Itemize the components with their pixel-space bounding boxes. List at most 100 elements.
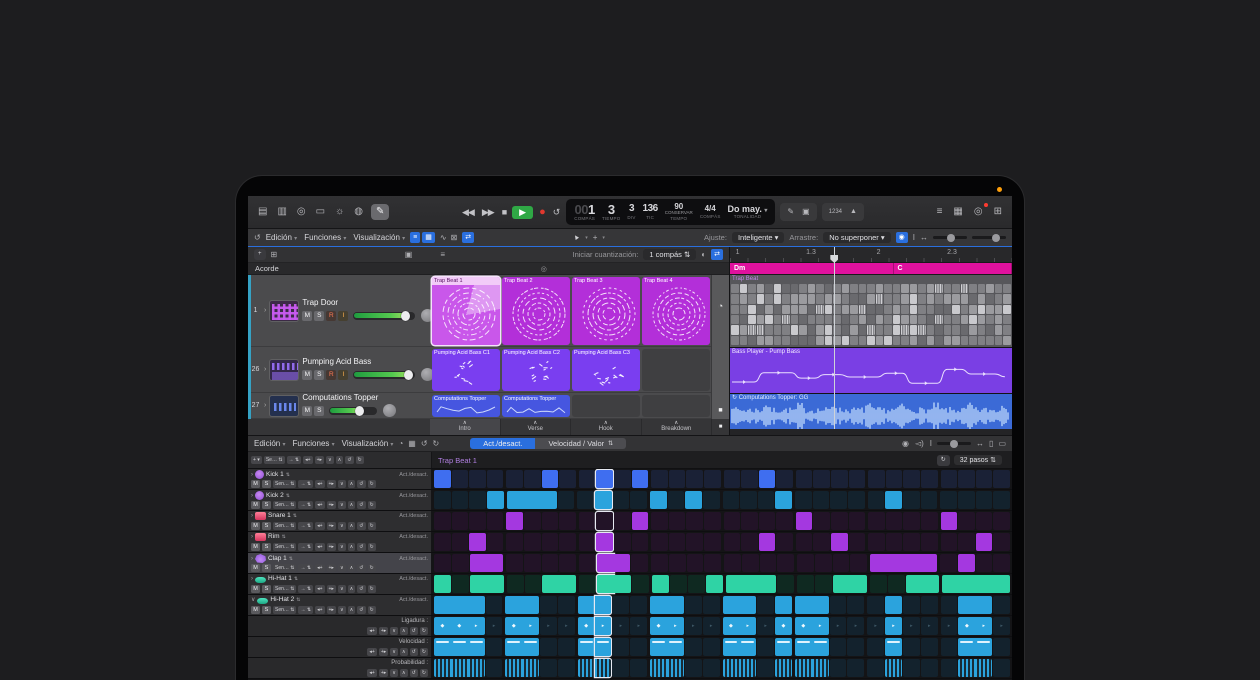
subrow-chip-5[interactable]: ↻ <box>420 648 428 656</box>
step-cell[interactable] <box>941 596 958 614</box>
step-cell[interactable] <box>815 554 832 572</box>
grid-view-button[interactable]: ▦ <box>422 232 435 243</box>
step-cell[interactable] <box>470 554 487 572</box>
step-cell[interactable] <box>486 554 503 572</box>
row-chip-7[interactable]: ↻ <box>368 501 376 509</box>
pencil-mode-icon[interactable]: ✎ <box>785 205 796 219</box>
step-cell[interactable] <box>614 533 631 551</box>
row-chip-7[interactable]: ↻ <box>368 585 376 593</box>
subrow-chip-1[interactable]: +▸ <box>379 669 388 677</box>
step-cell[interactable]: ◆ <box>451 617 468 635</box>
step-cell[interactable] <box>885 638 902 656</box>
loop-cell[interactable]: Trap Beat 1 <box>432 277 500 345</box>
row-chip-1[interactable]: → ⇅ <box>298 606 313 614</box>
step-cell[interactable]: ◆ <box>795 617 812 635</box>
step-cell[interactable] <box>867 596 884 614</box>
track-disclosure-icon[interactable]: › <box>264 307 266 314</box>
row-chip-3[interactable]: +▸ <box>327 480 336 488</box>
mixer-icon[interactable]: ▥ <box>275 205 288 219</box>
menu-edición[interactable]: Edición ▾ <box>266 233 297 242</box>
pencil-tool-icon[interactable]: ✎ <box>371 204 389 220</box>
count-in-button[interactable]: 1234 <box>827 205 844 219</box>
se-right-icon-0[interactable]: ◉ <box>902 439 909 448</box>
score-icon[interactable]: ▣ <box>800 205 812 219</box>
record-button[interactable]: ● <box>537 206 547 218</box>
sequencer-row-header[interactable]: ›Rim⇅Act./desact.MSSen… ⇅→ ⇅◂++▸∨∧↺↻ <box>248 532 432 552</box>
row-chip-7[interactable]: ↻ <box>368 543 376 551</box>
step-cell[interactable]: ▸ <box>468 617 485 635</box>
se-tb-icon-2[interactable]: ↺ <box>421 439 428 448</box>
row-mute-button[interactable]: M <box>251 606 260 614</box>
step-cell[interactable] <box>451 659 468 677</box>
subrow-chip-4[interactable]: ↺ <box>410 669 418 677</box>
step-cell[interactable] <box>667 659 684 677</box>
row-chip-7[interactable]: ↻ <box>368 564 376 572</box>
step-cell[interactable] <box>632 470 649 488</box>
step-cell[interactable] <box>506 470 523 488</box>
row-chip-5[interactable]: ∧ <box>348 606 356 614</box>
subrow-chip-2[interactable]: ∨ <box>390 627 398 635</box>
step-cell[interactable]: ▸ <box>739 617 756 635</box>
step-cell[interactable] <box>542 554 559 572</box>
step-cell[interactable] <box>921 491 938 509</box>
step-cell[interactable] <box>870 575 887 593</box>
step-cell[interactable] <box>669 554 686 572</box>
step-cell[interactable] <box>524 533 541 551</box>
step-cell[interactable] <box>777 575 794 593</box>
step-cell[interactable] <box>976 470 993 488</box>
row-chip-0[interactable]: Sen… ⇅ <box>273 480 296 488</box>
step-cell[interactable]: ▸ <box>941 617 958 635</box>
step-cell[interactable] <box>812 596 829 614</box>
se-end-icon-0[interactable]: ↔ <box>976 439 984 448</box>
se-right-icon-2[interactable]: I <box>930 439 932 448</box>
list-view-icon[interactable]: ≡ <box>440 250 445 259</box>
step-cell[interactable] <box>505 596 522 614</box>
step-cell[interactable] <box>452 575 469 593</box>
nudge-icon[interactable]: ◍ <box>352 205 365 219</box>
bass-region[interactable]: Bass Player - Pump Bass <box>730 347 1012 393</box>
drag-select[interactable]: No superponer ▾ <box>823 232 890 243</box>
step-cell[interactable] <box>975 638 992 656</box>
play-button[interactable]: ▶ <box>512 206 533 219</box>
step-cell[interactable] <box>921 659 938 677</box>
step-cell[interactable]: ▸ <box>703 617 720 635</box>
step-cell[interactable] <box>903 512 920 530</box>
scene-trigger-hook[interactable]: ∧Hook <box>571 419 642 435</box>
step-cell[interactable] <box>850 575 867 593</box>
step-cell[interactable] <box>724 470 741 488</box>
step-cell[interactable] <box>958 491 975 509</box>
step-cell[interactable] <box>595 659 612 677</box>
step-cell[interactable] <box>921 470 938 488</box>
volume-knob[interactable] <box>404 370 413 380</box>
step-cell[interactable] <box>742 575 759 593</box>
step-cell[interactable] <box>775 638 792 656</box>
play-all-pie-icon[interactable]: ◔ <box>718 301 723 311</box>
row-mute-button[interactable]: M <box>251 564 260 572</box>
step-cell[interactable] <box>507 491 524 509</box>
step-cell[interactable] <box>540 638 557 656</box>
step-cell[interactable] <box>993 659 1010 677</box>
step-cell[interactable] <box>434 638 451 656</box>
step-cell[interactable] <box>632 512 649 530</box>
row-solo-button[interactable]: S <box>262 501 271 509</box>
se-header-chip-1[interactable]: Se… ⇅ <box>264 456 285 464</box>
row-chip-4[interactable]: ∨ <box>338 585 346 593</box>
step-cell[interactable] <box>650 659 667 677</box>
step-cell[interactable] <box>796 470 813 488</box>
subrow-chip-5[interactable]: ↻ <box>420 627 428 635</box>
row-stepper-icon[interactable]: ⇅ <box>282 533 286 541</box>
chord-marker-c[interactable]: C <box>894 263 1012 274</box>
step-cell[interactable] <box>830 659 847 677</box>
subrow-chip-5[interactable]: ↻ <box>420 669 428 677</box>
step-cell[interactable] <box>559 470 576 488</box>
row-stepper-icon[interactable]: ⇅ <box>294 575 298 583</box>
step-cell[interactable] <box>849 512 866 530</box>
step-cell[interactable]: ▸ <box>630 617 647 635</box>
row-stepper-icon[interactable]: ⇅ <box>286 492 290 500</box>
catch-playhead-button[interactable]: ◉ <box>896 232 908 243</box>
step-cell[interactable] <box>595 491 612 509</box>
step-cell[interactable] <box>452 512 469 530</box>
subrow-chip-3[interactable]: ∧ <box>400 627 408 635</box>
sequencer-row-header[interactable]: ∨Hi-Hat 2⇅Act./desact.MSSen… ⇅→ ⇅◂++▸∨∧↺… <box>248 595 432 615</box>
step-cell[interactable] <box>830 491 847 509</box>
